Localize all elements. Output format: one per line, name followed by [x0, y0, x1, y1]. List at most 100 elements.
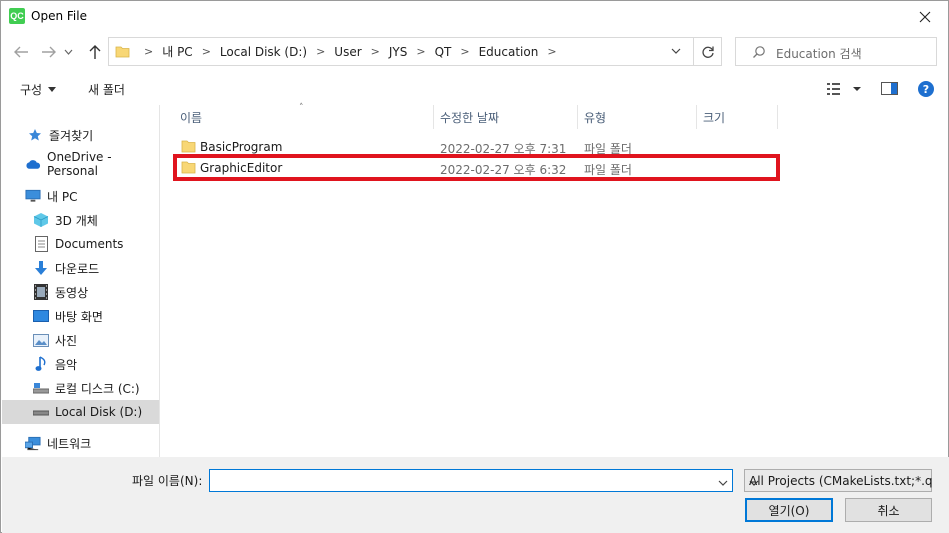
sidebar-item-documents[interactable]: Documents [2, 232, 159, 256]
arrow-left-icon [14, 46, 28, 58]
music-icon [33, 356, 49, 372]
breadcrumb-item[interactable]: User [334, 45, 361, 59]
qt-creator-icon: QC [9, 8, 25, 24]
column-header-modified[interactable]: 수정한 날짜 [434, 105, 578, 129]
sort-ascending-icon: ˄ [299, 103, 304, 113]
filename-input[interactable] [209, 469, 733, 492]
refresh-icon [701, 46, 714, 58]
breadcrumb-separator[interactable]: > [307, 45, 334, 58]
sidebar-item-label: 바탕 화면 [55, 309, 103, 324]
sidebar-item-label: 내 PC [47, 189, 78, 204]
column-header-type[interactable]: 유형 [578, 105, 697, 129]
sidebar-item-label: 로컬 디스크 (C:) [55, 381, 140, 396]
arrow-right-icon [42, 46, 56, 58]
back-button[interactable] [10, 41, 32, 63]
forward-button[interactable] [38, 41, 60, 63]
close-icon [919, 11, 931, 22]
breadcrumb-separator[interactable]: > [538, 45, 565, 58]
column-header-size[interactable]: 크기 [697, 105, 778, 129]
breadcrumb-separator[interactable]: > [362, 45, 389, 58]
network-icon [25, 435, 41, 451]
open-button[interactable]: 열기(O) [745, 498, 833, 522]
cancel-button-label: 취소 [877, 503, 900, 518]
picture-icon [33, 332, 49, 348]
sidebar-item-downloads[interactable]: 다운로드 [2, 256, 159, 280]
refresh-button[interactable] [693, 38, 721, 65]
close-button[interactable] [902, 1, 948, 32]
open-button-label: 열기(O) [768, 503, 810, 518]
view-options-button[interactable] [827, 82, 861, 99]
breadcrumb-item[interactable]: JYS [389, 45, 408, 59]
folder-icon [115, 44, 130, 62]
column-name-label: 이름 [180, 110, 203, 125]
breadcrumb-item[interactable]: Local Disk (D:) [220, 45, 307, 59]
drive-icon [33, 380, 49, 396]
column-size-label: 크기 [703, 110, 726, 125]
column-header-name[interactable]: 이름 [174, 105, 434, 129]
cloud-icon [25, 156, 41, 172]
filename-label: 파일 이름(N): [132, 472, 202, 489]
filename-label-text: 파일 이름(N): [132, 474, 203, 488]
highlight-box [173, 154, 780, 181]
sidebar-item-favorites[interactable]: 즐겨찾기 [2, 123, 159, 147]
computer-icon [25, 188, 41, 204]
star-icon [27, 127, 43, 143]
title-bar: QC Open File [1, 1, 948, 32]
preview-pane-button[interactable] [881, 82, 898, 98]
sidebar-item-onedrive[interactable]: OneDrive - Personal [2, 150, 159, 178]
sidebar-item-label: OneDrive - Personal [47, 150, 112, 178]
svg-text:?: ? [923, 83, 929, 96]
new-folder-label: 새 폴더 [88, 83, 125, 97]
film-icon [33, 284, 49, 300]
breadcrumb-separator: > [144, 45, 154, 58]
cube-icon [33, 212, 49, 228]
breadcrumb: > 내 PC > Local Disk (D:) > User > JYS > … [135, 38, 566, 65]
download-icon [33, 260, 49, 276]
sidebar-item-label: 음악 [55, 357, 78, 372]
sidebar-item-local-disk-c[interactable]: 로컬 디스크 (C:) [2, 376, 159, 400]
sidebar-item-label: 네트워크 [47, 436, 92, 451]
file-type-filter[interactable]: All Projects (CMakeLists.txt;*.q [744, 469, 933, 492]
column-modified-label: 수정한 날짜 [440, 110, 500, 125]
sidebar-item-label: 사진 [55, 333, 78, 348]
preview-pane-icon [881, 82, 898, 95]
breadcrumb-item[interactable]: 내 PC [162, 43, 192, 60]
sidebar-item-3d-objects[interactable]: 3D 개체 [2, 208, 159, 232]
search-placeholder: Education 검색 [776, 47, 862, 61]
desktop-icon [33, 308, 49, 324]
organize-label: 구성 [20, 83, 43, 97]
open-file-dialog: QC Open File > 내 PC > Local Disk (D:) > … [0, 0, 949, 533]
chevron-down-icon[interactable] [718, 475, 728, 489]
drive-icon [33, 404, 49, 420]
sidebar-item-videos[interactable]: 동영상 [2, 280, 159, 304]
sidebar-item-label: Local Disk (D:) [55, 405, 143, 419]
breadcrumb-separator[interactable]: > [451, 45, 478, 58]
arrow-up-icon [89, 45, 101, 59]
address-bar[interactable]: > 내 PC > Local Disk (D:) > User > JYS > … [108, 37, 722, 66]
cancel-button[interactable]: 취소 [845, 498, 932, 522]
document-icon [33, 236, 49, 252]
sidebar-item-pictures[interactable]: 사진 [2, 328, 159, 352]
breadcrumb-item[interactable]: QT [435, 45, 452, 59]
breadcrumb-separator[interactable]: > [407, 45, 434, 58]
sidebar-item-network[interactable]: 네트워크 [2, 431, 159, 455]
view-list-icon [827, 83, 861, 95]
sidebar-item-label: 동영상 [55, 285, 89, 300]
organize-button[interactable]: 구성 [20, 81, 57, 98]
breadcrumb-item[interactable]: Education [479, 45, 539, 59]
up-button[interactable] [84, 41, 106, 63]
navigation-pane[interactable]: 즐겨찾기 OneDrive - Personal 내 PC 3D 개체 Docu… [2, 105, 160, 457]
file-name: BasicProgram [200, 140, 283, 154]
chevron-down-icon [671, 48, 681, 54]
new-folder-button[interactable]: 새 폴더 [88, 81, 125, 98]
address-history-button[interactable] [666, 41, 686, 61]
help-button[interactable]: ? [918, 81, 934, 100]
search-box[interactable]: Education 검색 [735, 37, 937, 66]
sidebar-item-music[interactable]: 음악 [2, 352, 159, 376]
recent-locations-button[interactable] [61, 41, 75, 63]
sidebar-item-this-pc[interactable]: 내 PC [2, 184, 159, 208]
help-icon: ? [918, 81, 934, 97]
sidebar-item-local-disk-d[interactable]: Local Disk (D:) [2, 400, 159, 424]
breadcrumb-separator[interactable]: > [193, 45, 220, 58]
sidebar-item-desktop[interactable]: 바탕 화면 [2, 304, 159, 328]
